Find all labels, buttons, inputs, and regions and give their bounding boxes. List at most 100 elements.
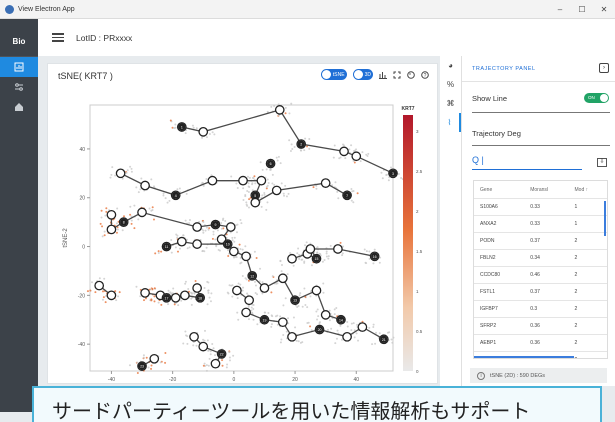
cell-point (236, 186, 239, 189)
lot-id-label: LotID : PRxxxx (76, 32, 133, 43)
table-row[interactable]: FBLN2 0.34 2 (474, 250, 607, 267)
trajectory-panel: TRAJECTORY PANEL › Show Line ON Trajecto… (462, 56, 615, 386)
cell-point (392, 336, 395, 339)
colorbar-tick-label: 2.5 (416, 169, 423, 174)
cell-point (263, 192, 266, 195)
cell-point (174, 246, 177, 249)
cell-point (167, 303, 170, 306)
trajectory-node (238, 175, 248, 186)
cell-point (252, 318, 255, 321)
cell-point (171, 126, 174, 129)
maximize-button[interactable]: ☐ (571, 5, 593, 14)
col-gene[interactable]: Gene (474, 187, 530, 193)
nav-item-chart[interactable] (0, 57, 38, 77)
cell-point (247, 206, 250, 209)
3d-toggle[interactable]: 3D (352, 69, 373, 80)
cell-point (228, 351, 231, 354)
bar-icon[interactable] (379, 71, 387, 79)
table-row[interactable]: ANXA2 0.33 1 (474, 216, 607, 233)
cell-point (192, 344, 195, 347)
cell-point (246, 189, 249, 192)
table-row[interactable]: FSTL1 0.37 2 (474, 284, 607, 301)
download-icon[interactable]: ⇩ (597, 158, 607, 167)
help-icon[interactable]: ? (421, 70, 429, 79)
tsne-plot[interactable]: -40 -20 0 20 4040200-20-40tSNE-21234 56789101… (53, 91, 433, 381)
trajectory-node (137, 207, 147, 218)
trajectory-node (339, 146, 349, 157)
trajectory-node (106, 224, 117, 235)
cell-point (233, 240, 236, 243)
table-row[interactable]: SFRP2 0.36 2 (474, 318, 607, 335)
y-tick-label: -20 (78, 293, 85, 299)
trajectory-node (106, 209, 117, 220)
minimize-button[interactable]: – (549, 5, 571, 14)
branch-node-label: 15 (315, 257, 319, 261)
show-line-switch[interactable]: ON (584, 93, 609, 103)
cell-point (316, 251, 319, 254)
cell-point (228, 356, 231, 359)
mod-cell: 2 (574, 340, 578, 346)
cell-point (168, 199, 171, 202)
gene-cell: SFRP2 (480, 323, 497, 329)
nodes-icon[interactable]: % (440, 75, 461, 94)
cell-point (230, 284, 233, 287)
menu-icon[interactable] (52, 31, 64, 44)
cell-point (188, 219, 191, 222)
nav-item-settings[interactable] (0, 77, 38, 97)
cell-point (260, 205, 263, 208)
cell-point (363, 248, 366, 251)
gene-search-input[interactable]: Q | (472, 155, 582, 170)
cell-point (109, 176, 112, 179)
cell-point (151, 209, 154, 212)
horizontal-scrollbar[interactable] (474, 356, 574, 358)
cell-point (297, 340, 300, 343)
cell-point (153, 287, 156, 290)
table-row[interactable]: IGFBP7 0.3 2 (474, 301, 607, 318)
table-row[interactable]: PODN 0.37 2 (474, 233, 607, 250)
cell-point (160, 250, 163, 253)
cell-point (352, 322, 355, 325)
trajectory-node (140, 180, 150, 191)
close-button[interactable]: ✕ (593, 5, 615, 14)
collapse-panel-button[interactable]: › (599, 63, 609, 73)
cell-point (102, 296, 105, 299)
cell-point (267, 312, 270, 315)
dna-icon[interactable]: ⌘ (440, 94, 461, 113)
panel-title: TRAJECTORY PANEL (472, 66, 536, 72)
cell-point (289, 252, 292, 255)
cell-point (381, 177, 384, 180)
cell-point (316, 318, 319, 321)
cell-point (184, 330, 187, 333)
cell-point (304, 303, 307, 306)
col-moransl[interactable]: Moransl (530, 187, 574, 193)
cell-point (103, 277, 106, 280)
pie-icon[interactable]: ◕ (440, 56, 461, 75)
cell-point (335, 306, 338, 309)
cell-point (235, 231, 238, 234)
expand-icon[interactable] (393, 71, 401, 79)
cell-point (242, 187, 245, 190)
table-row[interactable]: S100A6 0.33 1 (474, 199, 607, 216)
cell-point (386, 331, 389, 334)
cell-point (391, 341, 394, 344)
branch-node-label: 18 (198, 296, 202, 300)
col-mod[interactable]: Mod ↑ (575, 187, 607, 193)
tsne-toggle[interactable]: tSNE (320, 69, 347, 80)
trend-icon[interactable]: ⌇ (440, 113, 461, 132)
cell-point (276, 314, 279, 317)
cell-point (170, 239, 173, 242)
cell-point (256, 293, 259, 296)
nav-item-home[interactable] (0, 97, 38, 117)
trajectory-node (207, 175, 218, 186)
cell-point (178, 187, 181, 190)
x-tick-label: 0 (232, 377, 235, 381)
cell-point (216, 229, 219, 232)
vertical-scrollbar[interactable] (604, 201, 606, 236)
table-row[interactable]: AEBP1 0.36 2 (474, 335, 607, 352)
cell-point (400, 177, 403, 180)
cell-point (237, 318, 240, 321)
window-title: View Electron App (18, 5, 75, 13)
cell-point (334, 181, 337, 184)
palette-icon[interactable] (407, 70, 415, 79)
table-row[interactable]: CCDC80 0.46 2 (474, 267, 607, 284)
